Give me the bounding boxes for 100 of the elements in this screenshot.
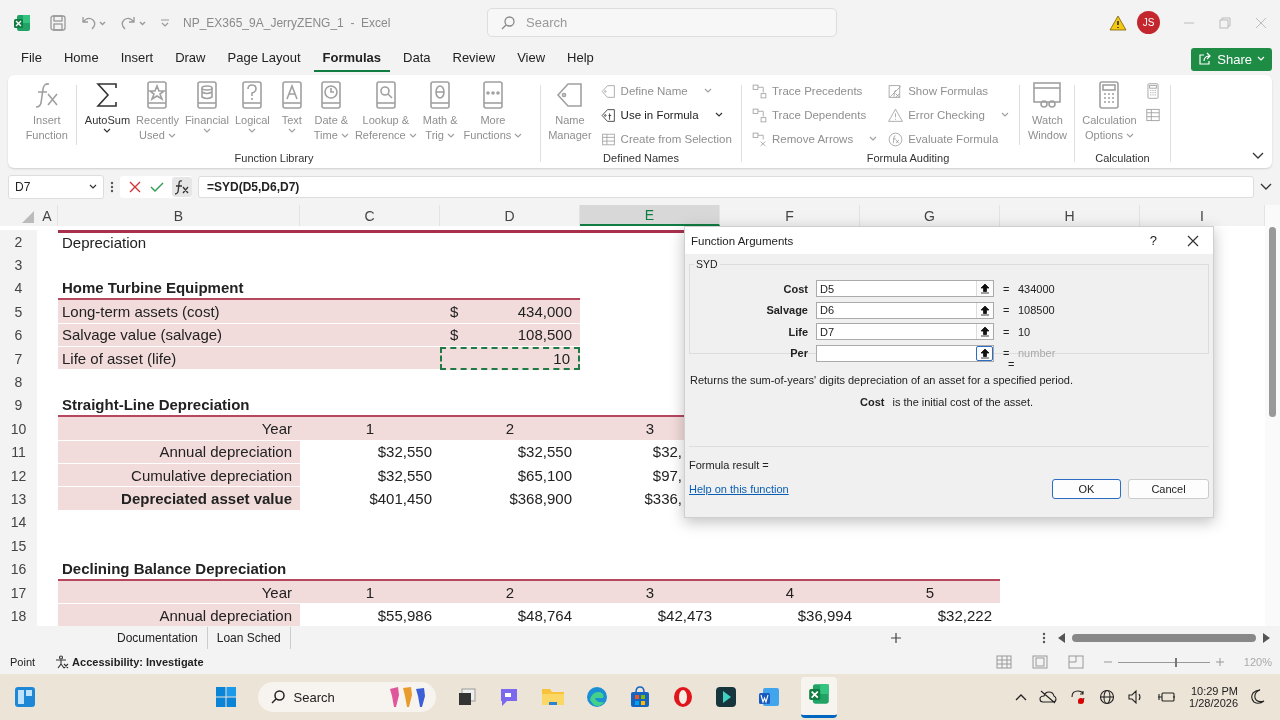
row-header[interactable]: 11 <box>0 440 37 464</box>
taskbar-button[interactable] <box>800 676 837 718</box>
accessibility-button[interactable]: Accessibility: Investigate <box>55 655 204 669</box>
table-cell-text: $42,473 <box>656 605 713 626</box>
menu-tab[interactable]: File <box>12 46 51 72</box>
row-header[interactable]: 8 <box>0 370 37 394</box>
close-icon[interactable] <box>1187 234 1199 247</box>
argument-field[interactable]: D7 <box>816 323 994 341</box>
video-editor-icon[interactable] <box>714 686 737 708</box>
chevron-icon[interactable] <box>1252 152 1264 160</box>
table-cell: $ 108,500 <box>440 323 580 347</box>
row-header[interactable]: 13 <box>0 487 37 511</box>
row-header[interactable]: 18 <box>0 604 37 626</box>
dialog-button[interactable]: OK <box>1052 479 1121 499</box>
argument-field[interactable]: D6 <box>816 301 994 319</box>
row-header[interactable]: 17 <box>0 580 37 605</box>
row-header[interactable]: 3 <box>0 253 37 277</box>
menu-tab[interactable]: Help <box>558 46 603 72</box>
caret-icon <box>89 184 97 190</box>
column-header[interactable]: E <box>580 205 720 226</box>
task-view-icon[interactable] <box>456 687 477 707</box>
start-icon[interactable] <box>214 686 237 708</box>
clock[interactable]: 10:29 PM 1/28/2026 <box>1189 685 1238 709</box>
widgets-icon[interactable] <box>14 686 36 708</box>
sheet-tab[interactable]: Documentation <box>108 627 208 649</box>
cancel-icon[interactable] <box>128 180 142 194</box>
table-cell-text: $48,764 <box>516 605 573 626</box>
help-link[interactable]: Help on this function <box>689 483 789 495</box>
row-header[interactable]: 5 <box>0 300 37 324</box>
function-icon[interactable] <box>172 177 192 197</box>
group-label: Formula Auditing <box>866 152 950 166</box>
collapse-dialog-button[interactable] <box>976 345 993 361</box>
menu-tab[interactable]: Draw <box>166 46 215 72</box>
confirm-icon[interactable] <box>150 180 164 194</box>
add-sheet-icon[interactable] <box>890 632 902 644</box>
menu-tab[interactable]: Data <box>394 46 440 72</box>
moon-icon[interactable] <box>1250 689 1266 705</box>
row-header[interactable]: 2 <box>0 230 37 254</box>
row-header[interactable]: 15 <box>0 534 37 558</box>
cloud-off-icon[interactable] <box>1039 690 1058 704</box>
row-header[interactable]: 6 <box>0 323 37 347</box>
name-box[interactable]: D7 <box>8 175 104 199</box>
table-cell-text: $36,994 <box>796 605 853 626</box>
tag-icon <box>599 82 617 100</box>
menu-tab[interactable]: Insert <box>111 46 163 72</box>
ring-icon[interactable] <box>671 686 694 708</box>
table-cell-text: $336, <box>643 489 683 509</box>
store-icon[interactable] <box>628 686 651 708</box>
argument-field[interactable]: D5 <box>816 280 994 298</box>
menu-tab[interactable]: Page Layout <box>218 46 310 72</box>
expand-icon[interactable] <box>1260 183 1272 191</box>
excel-logo-icon <box>807 682 830 705</box>
word-icon[interactable] <box>757 686 780 708</box>
row-header[interactable]: 10 <box>0 417 37 441</box>
equals-sign: = <box>1003 304 1011 317</box>
dialog-button[interactable]: Cancel <box>1128 479 1209 499</box>
caret-icon <box>514 132 523 139</box>
battery-icon[interactable] <box>1157 690 1178 704</box>
argument-field[interactable] <box>816 344 994 362</box>
menu-tab[interactable]: Review <box>443 46 505 72</box>
globe-icon[interactable] <box>1099 689 1116 705</box>
menu-tab[interactable]: Formulas <box>313 46 391 72</box>
column-header[interactable]: B <box>58 205 300 226</box>
chevron-up-icon[interactable] <box>1015 693 1028 701</box>
table-cell-text: $32,550 <box>376 442 433 463</box>
row-header[interactable]: 9 <box>0 393 37 418</box>
sheet-tab[interactable]: Loan Sched <box>207 627 291 649</box>
trace-arrows-icon <box>751 82 768 100</box>
horizontal-scrollbar[interactable] <box>1058 633 1270 643</box>
upload-arrow-icon <box>979 347 990 359</box>
argument-result: 434000 <box>1018 282 1055 295</box>
menu-tab[interactable]: View <box>508 46 555 72</box>
vertical-scrollbar[interactable] <box>1265 205 1280 626</box>
row-header[interactable]: 7 <box>0 346 37 371</box>
browser-icon[interactable] <box>585 686 608 708</box>
scroll-left-icon[interactable] <box>1058 633 1066 643</box>
column-header[interactable]: A <box>37 205 58 226</box>
scroll-right-icon[interactable] <box>1262 633 1270 643</box>
warning-icon[interactable] <box>1109 14 1127 31</box>
table-cell-text: $32, <box>651 442 683 463</box>
row-header[interactable]: 14 <box>0 510 37 535</box>
more-icon[interactable] <box>1042 631 1046 645</box>
folder-icon[interactable] <box>540 686 565 708</box>
row-header[interactable]: 16 <box>0 557 37 581</box>
help-button[interactable]: ? <box>1149 233 1157 248</box>
ribbon-button[interactable]: Use in Formula <box>595 103 736 127</box>
more-icon[interactable] <box>110 180 114 194</box>
share-button[interactable]: Share <box>1191 47 1272 71</box>
argument-result: 10 <box>1018 325 1031 338</box>
row-header[interactable]: 4 <box>0 276 37 301</box>
formula-field[interactable]: =SYD(D5,D6,D7) <box>198 176 1254 198</box>
table-cell: 4 <box>720 580 860 605</box>
column-header[interactable]: C <box>300 205 440 226</box>
evaluate-icon <box>887 130 905 148</box>
user-avatar[interactable]: JS <box>1137 11 1160 34</box>
ribbon-button[interactable]: AutoSum <box>82 79 133 134</box>
menu-tab[interactable]: Home <box>54 46 108 72</box>
taskbar-search[interactable]: Search <box>257 682 436 712</box>
customize-icon[interactable] <box>159 16 171 29</box>
row-header[interactable]: 12 <box>0 463 37 488</box>
